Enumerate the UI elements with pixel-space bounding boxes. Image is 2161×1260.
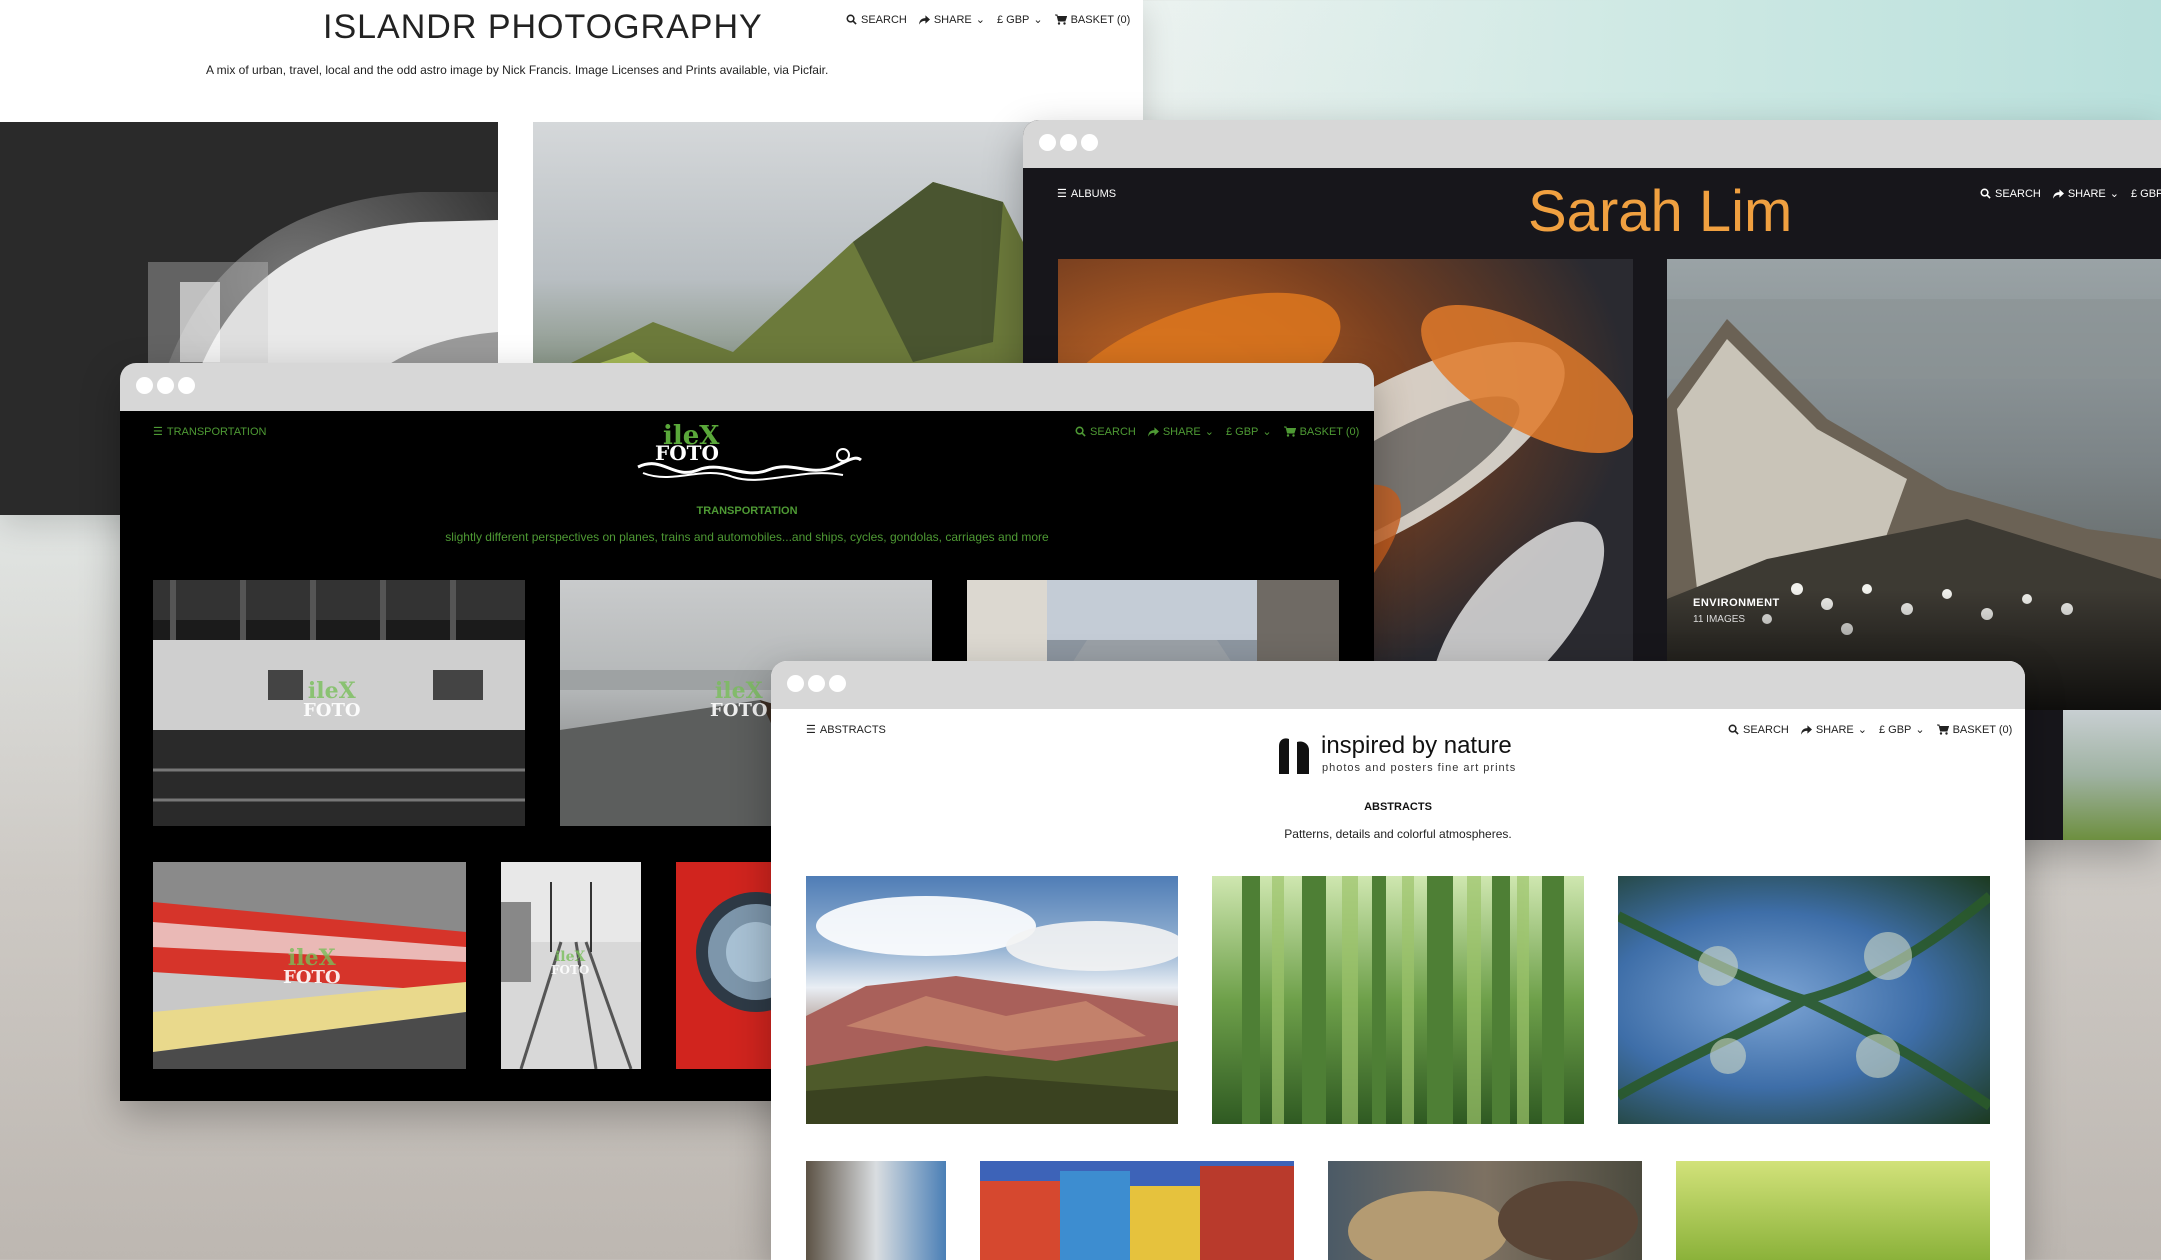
window-dot-icon[interactable] — [157, 377, 174, 394]
window-dot-icon[interactable] — [136, 377, 153, 394]
chevron-down-icon: ⌄ — [1915, 724, 1925, 736]
share-dropdown[interactable]: SHARE ⌄ — [1147, 425, 1214, 438]
gallery-description: slightly different perspectives on plane… — [445, 530, 1049, 544]
window-titlebar — [1023, 120, 2161, 168]
fern-image — [1618, 892, 1990, 1111]
gallery-photo-car-lamp[interactable] — [676, 862, 776, 1069]
gallery-photo-train[interactable]: ileX FOTO — [153, 862, 466, 1069]
basket-link[interactable]: BASKET (0) — [1936, 724, 2012, 736]
gallery-photo-colorful-houses[interactable] — [980, 1161, 1294, 1260]
lamp-image — [696, 892, 776, 1012]
album-name: ENVIRONMENT — [1693, 597, 1780, 609]
share-dropdown[interactable]: SHARE ⌄ — [918, 13, 985, 26]
grains-image — [1348, 1181, 1638, 1260]
search-link[interactable]: SEARCH — [1728, 724, 1789, 736]
window-dot-icon[interactable] — [178, 377, 195, 394]
window-dot-icon[interactable] — [787, 675, 804, 692]
album-count: 11 IMAGES — [1693, 614, 1746, 625]
watermark-logo: ileX FOTO — [303, 678, 361, 721]
chevron-down-icon: ⌄ — [1033, 14, 1043, 26]
basket-link[interactable]: BASKET (0) — [1283, 426, 1359, 438]
landfill-image — [1667, 299, 2161, 710]
currency-dropdown[interactable]: £ GBP⌄ — [1226, 425, 1272, 439]
top-nav: SEARCH SHARE⌄ £ GBP⌄ — [1980, 187, 2161, 200]
share-dropdown[interactable]: SHARE ⌄ — [2052, 187, 2119, 200]
nature-window: ☰ ABSTRACTS inspired by nature photos and… — [771, 661, 2025, 1260]
logo-title: inspired by nature — [1321, 732, 1512, 759]
chevron-down-icon: ⌄ — [1204, 426, 1214, 438]
gallery-photo-grains[interactable] — [1328, 1161, 1642, 1260]
share-dropdown[interactable]: SHARE ⌄ — [1800, 723, 1867, 736]
basket-link[interactable]: BASKET (0) — [1054, 14, 1130, 26]
chevron-down-icon: ⌄ — [2109, 188, 2119, 200]
watermark-logo: ileX FOTO — [710, 678, 768, 721]
search-link[interactable]: SEARCH — [1075, 426, 1136, 438]
gallery-description: Patterns, details and colorful atmospher… — [1284, 827, 1512, 841]
album-photo-hills[interactable] — [2063, 710, 2161, 840]
logo-subtitle: photos and posters fine art prints — [1322, 762, 1517, 774]
hamburger-icon: ☰ — [1057, 188, 1067, 200]
gallery-photo-fern[interactable] — [1618, 876, 1990, 1124]
currency-dropdown[interactable]: £ GBP⌄ — [2131, 187, 2161, 200]
site-logo[interactable]: ileX FOTO — [633, 421, 863, 485]
album-photo-environment[interactable]: ENVIRONMENT 11 IMAGES — [1667, 259, 2161, 710]
basket-icon — [1936, 724, 1949, 735]
gallery-photo-subway[interactable]: ileX FOTO — [153, 580, 525, 826]
gallery-heading: TRANSPORTATION — [696, 505, 798, 517]
window-dot-icon[interactable] — [1081, 134, 1098, 151]
top-nav: SEARCH SHARE ⌄ £ GBP ⌄ BASKET (0) — [1075, 425, 1359, 438]
chevron-down-icon: ⌄ — [1262, 426, 1272, 438]
site-title[interactable]: Sarah Lim — [1528, 178, 1792, 245]
abstracts-menu[interactable]: ☰ ABSTRACTS — [806, 723, 886, 737]
site-title[interactable]: ISLANDR PHOTOGRAPHY — [323, 8, 763, 47]
search-link[interactable]: SEARCH — [846, 14, 907, 26]
gallery-photo-valley[interactable] — [806, 876, 1178, 1124]
gallery-heading: ABSTRACTS — [1364, 801, 1432, 813]
watermark-logo: ileX FOTO — [283, 945, 341, 988]
valley-image — [806, 896, 1178, 1124]
watermark-logo: ileX FOTO — [551, 949, 590, 977]
gallery-photo-bamboo[interactable] — [1212, 876, 1584, 1124]
share-icon — [1800, 724, 1812, 735]
currency-dropdown[interactable]: £ GBP⌄ — [1879, 723, 1925, 737]
houses-image — [980, 1166, 1294, 1260]
gallery-photo-grass[interactable] — [1676, 1161, 1990, 1260]
albums-menu[interactable]: ☰ ALBUMS — [1057, 187, 1116, 201]
chevron-down-icon: ⌄ — [975, 14, 985, 26]
search-icon — [1980, 188, 1991, 199]
share-icon — [2052, 188, 2064, 199]
window-titlebar — [771, 661, 2025, 709]
gallery-photo-waterfall[interactable] — [806, 1161, 946, 1260]
bamboo-image — [1242, 876, 1564, 1124]
window-dot-icon[interactable] — [829, 675, 846, 692]
search-icon — [1075, 426, 1086, 437]
search-icon — [1728, 724, 1739, 735]
window-dot-icon[interactable] — [1060, 134, 1077, 151]
top-nav: SEARCH SHARE ⌄ £ GBP ⌄ BASKET (0) — [846, 13, 1130, 26]
nature-logo-icon — [1279, 738, 1309, 774]
site-tagline: A mix of urban, travel, local and the od… — [206, 63, 829, 77]
chevron-down-icon: ⌄ — [1857, 724, 1867, 736]
logo-text-bottom: FOTO — [655, 441, 719, 465]
window-dot-icon[interactable] — [1039, 134, 1056, 151]
transportation-menu[interactable]: ☰ TRANSPORTATION — [153, 425, 267, 439]
hamburger-icon: ☰ — [153, 426, 163, 438]
window-titlebar — [120, 363, 1374, 411]
top-nav: SEARCH SHARE ⌄ £ GBP ⌄ BASKET (0) — [1728, 723, 2012, 736]
basket-icon — [1054, 14, 1067, 25]
gallery-photo-tracks[interactable]: ileX FOTO — [501, 862, 641, 1069]
share-icon — [918, 14, 930, 25]
search-icon — [846, 14, 857, 25]
site-logo[interactable]: inspired by nature photos and posters fi… — [1277, 732, 1537, 778]
window-dot-icon[interactable] — [808, 675, 825, 692]
share-icon — [1147, 426, 1159, 437]
basket-icon — [1283, 426, 1296, 437]
currency-dropdown[interactable]: £ GBP⌄ — [997, 13, 1043, 27]
hamburger-icon: ☰ — [806, 724, 816, 736]
search-link[interactable]: SEARCH — [1980, 188, 2041, 200]
